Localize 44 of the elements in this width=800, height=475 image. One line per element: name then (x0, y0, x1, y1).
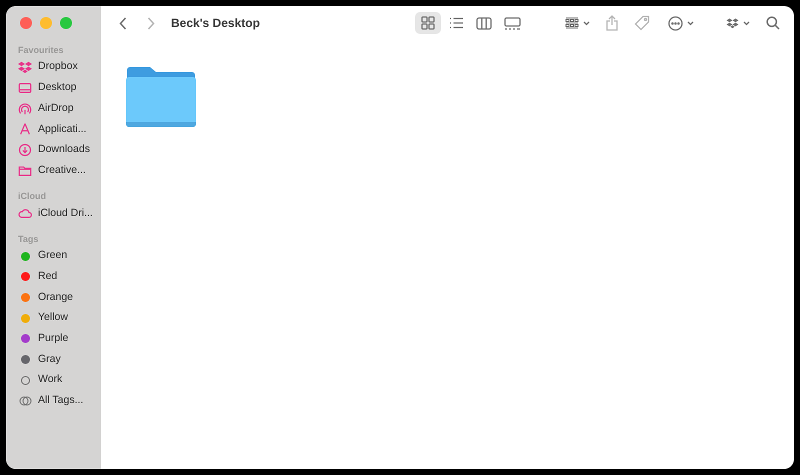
sidebar-item[interactable]: Desktop (18, 78, 89, 98)
sidebar-item[interactable]: Applicati... (18, 119, 89, 140)
sidebar-item[interactable]: Creative... (18, 160, 89, 182)
sidebar-item[interactable]: AirDrop (18, 98, 89, 120)
sidebar-item[interactable]: Yellow (18, 308, 89, 329)
group-icon (565, 17, 579, 29)
sidebar-item[interactable]: Green (18, 246, 89, 266)
search-icon (766, 16, 780, 30)
grid-icon (421, 16, 435, 30)
gallery-icon (504, 16, 520, 30)
chevron-right-icon (147, 16, 155, 30)
tag-ring-icon (20, 376, 30, 385)
sidebar-item[interactable]: Work (18, 370, 89, 391)
chevron-down-icon (743, 20, 750, 26)
window-title: Beck's Desktop (171, 15, 260, 32)
ellipsis-icon (668, 16, 683, 30)
section-heading: Tags (18, 232, 40, 246)
chevron-left-icon (119, 16, 127, 30)
sidebar-item[interactable]: Red (18, 266, 89, 288)
sidebar-item[interactable]: Purple (18, 328, 89, 350)
sidebar-item[interactable]: Dropbox (18, 57, 89, 78)
folder-icon (18, 164, 32, 178)
list-icon (448, 17, 464, 29)
section-heading: Favourites (18, 44, 65, 57)
tag-icon (634, 15, 650, 31)
download-icon (18, 143, 32, 158)
sidebar-item[interactable]: Downloads (18, 140, 89, 160)
section-heading: iCloud (18, 190, 47, 204)
view-button[interactable] (415, 12, 441, 34)
dropbox-icon (18, 60, 32, 74)
columns-icon (476, 16, 492, 30)
chevron-down-icon (687, 20, 694, 26)
chevron-down-icon (583, 20, 590, 26)
sidebar-item[interactable]: Orange (18, 287, 89, 308)
cloud-icon (18, 206, 32, 220)
sidebar-item[interactable]: All Tags... (18, 390, 89, 412)
share-icon (606, 15, 618, 31)
sidebar-item[interactable]: Gray (18, 349, 89, 370)
dropbox-icon (726, 17, 739, 29)
folder-icon[interactable] (125, 66, 197, 128)
desktop-icon (18, 81, 32, 96)
apps-icon (18, 122, 32, 136)
tags-icon (18, 396, 32, 406)
airdrop-icon (18, 102, 32, 116)
